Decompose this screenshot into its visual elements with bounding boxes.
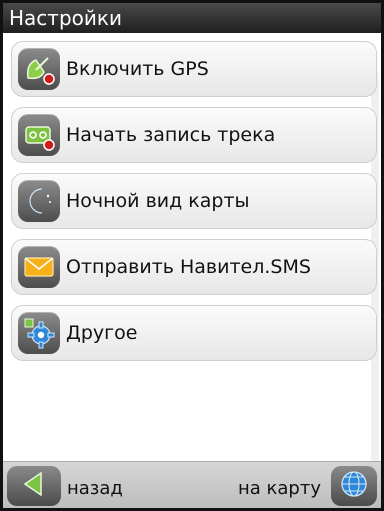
menu-item-label: Ночной вид карты	[66, 190, 250, 212]
settings-menu: Включить GPS Начать запись трека Ночной …	[11, 41, 377, 371]
title-bar: Настройки	[3, 3, 381, 33]
back-arrow-icon	[19, 469, 49, 503]
back-label[interactable]: назад	[67, 478, 123, 499]
menu-item-night-map[interactable]: Ночной вид карты	[11, 173, 377, 229]
sms-envelope-icon	[18, 246, 60, 288]
settings-gear-icon	[18, 312, 60, 354]
menu-item-record-track[interactable]: Начать запись трека	[11, 107, 377, 163]
menu-item-other[interactable]: Другое	[11, 305, 377, 361]
to-map-button[interactable]	[331, 466, 377, 506]
menu-item-enable-gps[interactable]: Включить GPS	[11, 41, 377, 97]
menu-item-label: Включить GPS	[66, 58, 209, 80]
menu-item-label: Другое	[66, 322, 138, 344]
app-frame: Настройки Включить GPS Начать запись тре…	[0, 0, 384, 511]
gps-antenna-icon	[18, 48, 60, 90]
night-mode-icon	[18, 180, 60, 222]
record-track-icon	[18, 114, 60, 156]
window-title: Настройки	[9, 6, 122, 30]
map-label[interactable]: на карту	[238, 478, 321, 499]
bottom-bar: назад на карту	[3, 461, 381, 508]
settings-content: Включить GPS Начать запись трека Ночной …	[3, 33, 381, 462]
menu-item-send-sms[interactable]: Отправить Навител.SMS	[11, 239, 377, 295]
globe-icon	[338, 468, 370, 504]
back-button[interactable]	[7, 466, 61, 506]
menu-item-label: Начать запись трека	[66, 124, 276, 146]
menu-item-label: Отправить Навител.SMS	[66, 256, 311, 278]
